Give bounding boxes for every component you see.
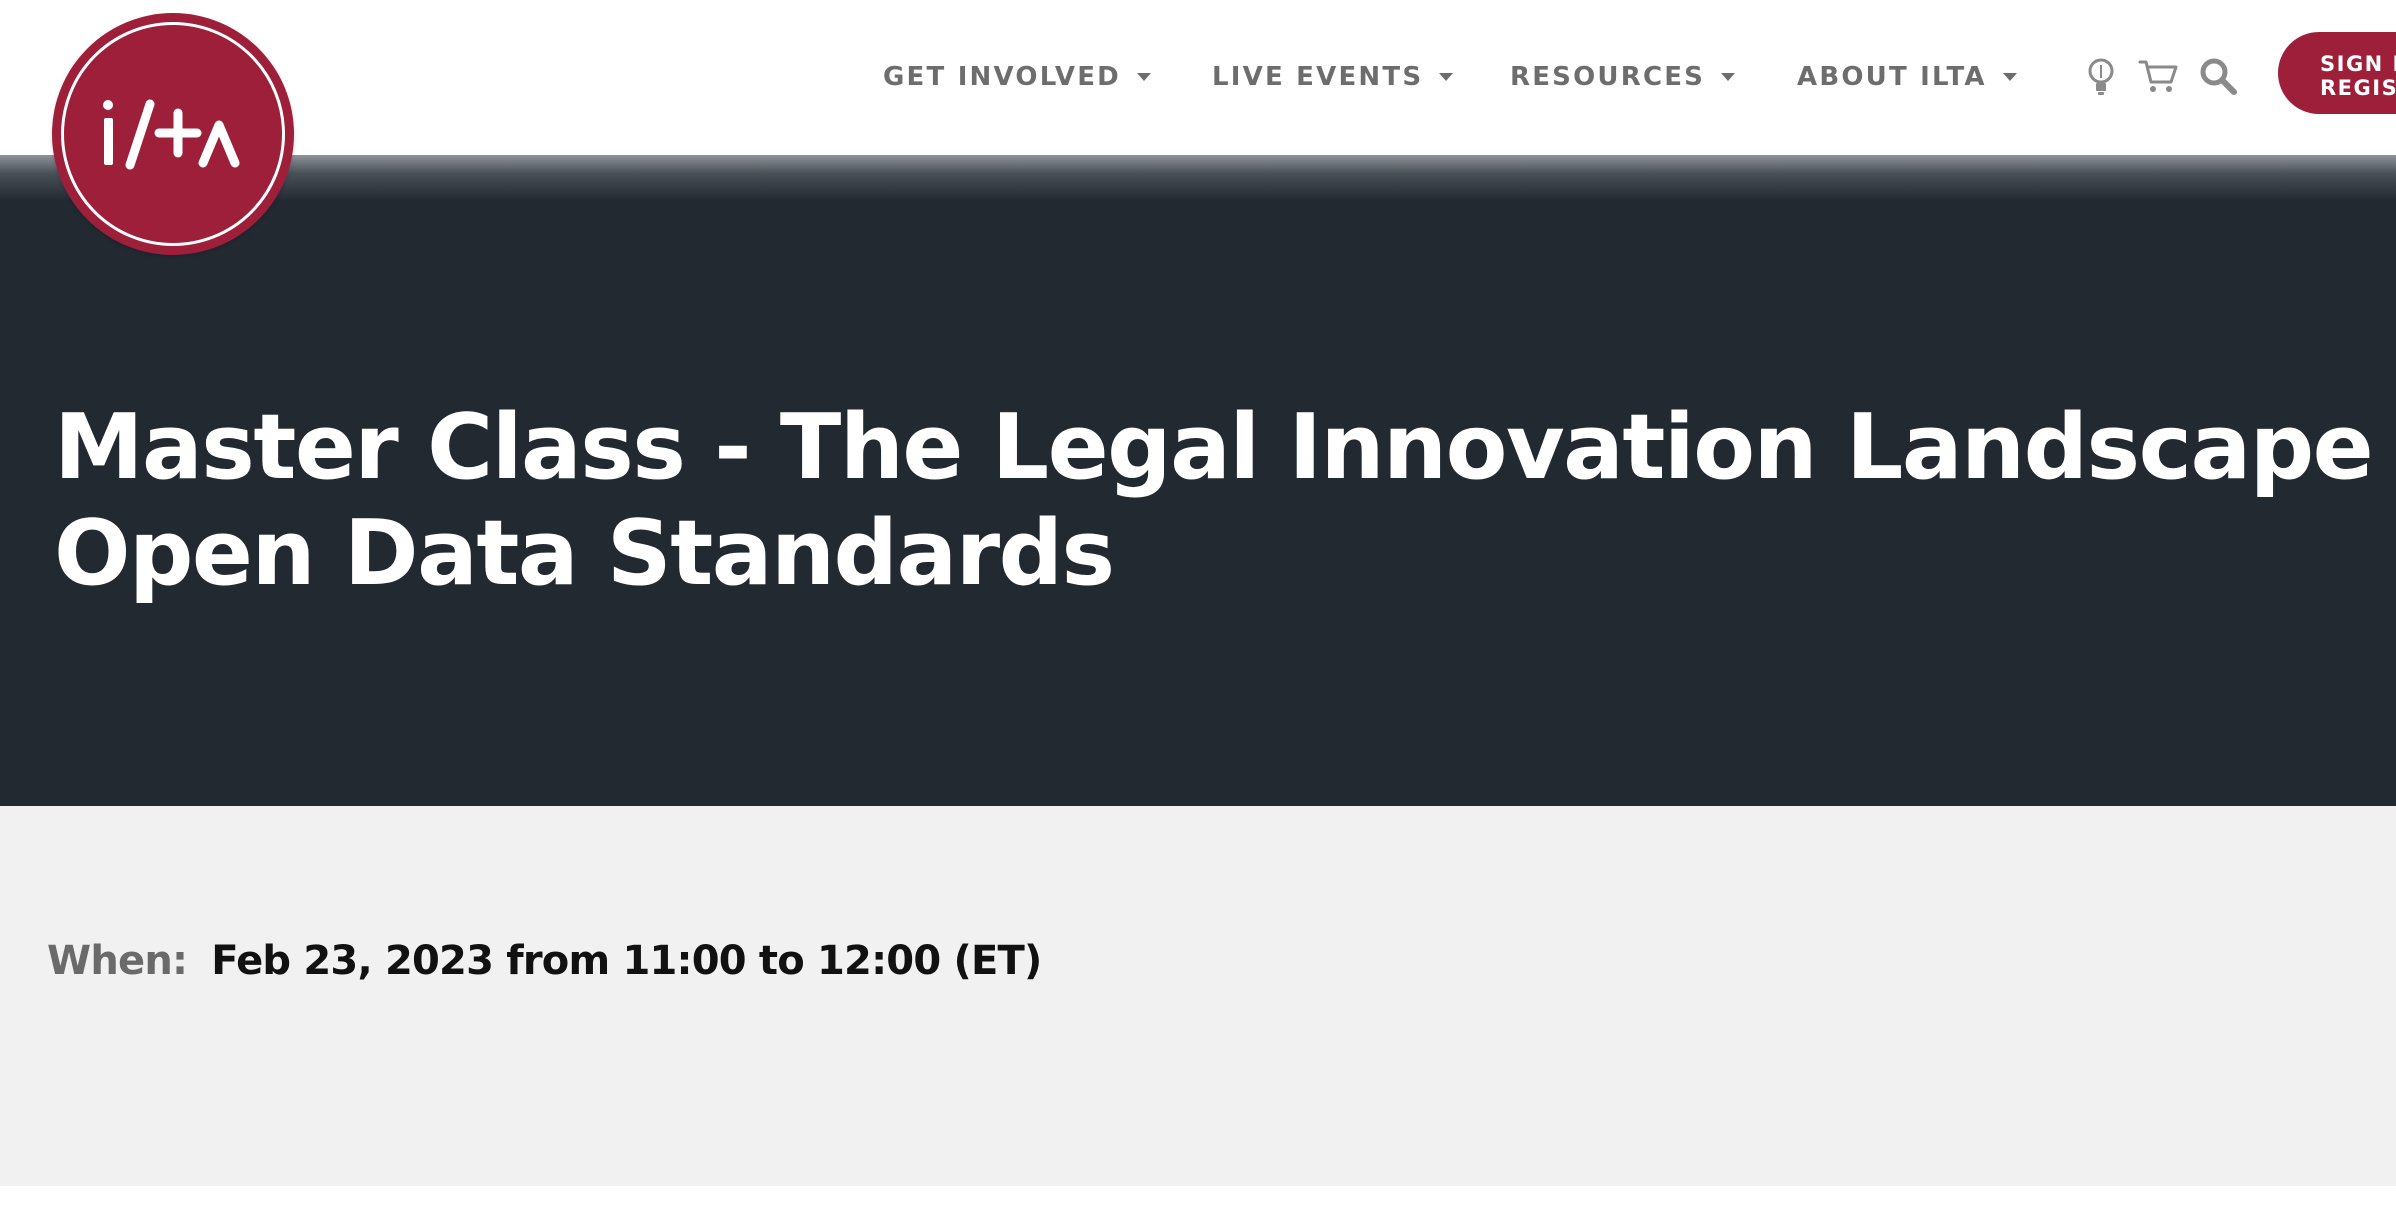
event-info-section: When: Feb 23, 2023 from 11:00 to 12:00 (E…	[0, 806, 2396, 1186]
when-label: When:	[47, 938, 188, 984]
sign-in-register-button[interactable]: SIGN IN REGISTER	[2278, 32, 2396, 114]
lightbulb-icon[interactable]	[2084, 56, 2118, 98]
caret-down-icon	[1136, 73, 1151, 81]
page-title-line-1: Master Class - The Legal Innovation Land…	[54, 395, 2396, 500]
nav-about-ilta-label: ABOUT ILTA	[1797, 62, 1987, 92]
caret-down-icon	[1439, 73, 1454, 81]
nav-live-events[interactable]: LIVE EVENTS	[1212, 52, 1454, 102]
cart-icon[interactable]	[2138, 58, 2180, 94]
nav-get-involved-label: GET INVOLVED	[883, 62, 1121, 92]
event-when: When: Feb 23, 2023 from 11:00 to 12:00 (E…	[47, 938, 1042, 984]
sign-in-label: SIGN IN	[2320, 52, 2396, 76]
nav-get-involved[interactable]: GET INVOLVED	[883, 52, 1151, 102]
hero-banner: Master Class - The Legal Innovation Land…	[0, 155, 2396, 806]
nav-live-events-label: LIVE EVENTS	[1212, 62, 1424, 92]
nav-resources-label: RESOURCES	[1510, 62, 1706, 92]
page-title-line-2: Open Data Standards	[54, 501, 1115, 606]
ilta-logo-icon	[103, 99, 240, 170]
ilta-logo[interactable]	[52, 13, 294, 255]
caret-down-icon	[2002, 73, 2017, 81]
nav-resources[interactable]: RESOURCES	[1510, 52, 1736, 102]
nav-about-ilta[interactable]: ABOUT ILTA	[1797, 52, 2017, 102]
page-title: Master Class - The Legal Innovation Land…	[54, 395, 2396, 607]
when-value: Feb 23, 2023 from 11:00 to 12:00 (ET)	[211, 938, 1042, 984]
register-label: REGISTER	[2320, 76, 2396, 100]
site-header: GET INVOLVED LIVE EVENTS RESOURCES ABOUT…	[0, 0, 2396, 155]
caret-down-icon	[1721, 73, 1736, 81]
search-icon[interactable]	[2198, 56, 2238, 96]
hero-shadow	[0, 155, 2396, 201]
